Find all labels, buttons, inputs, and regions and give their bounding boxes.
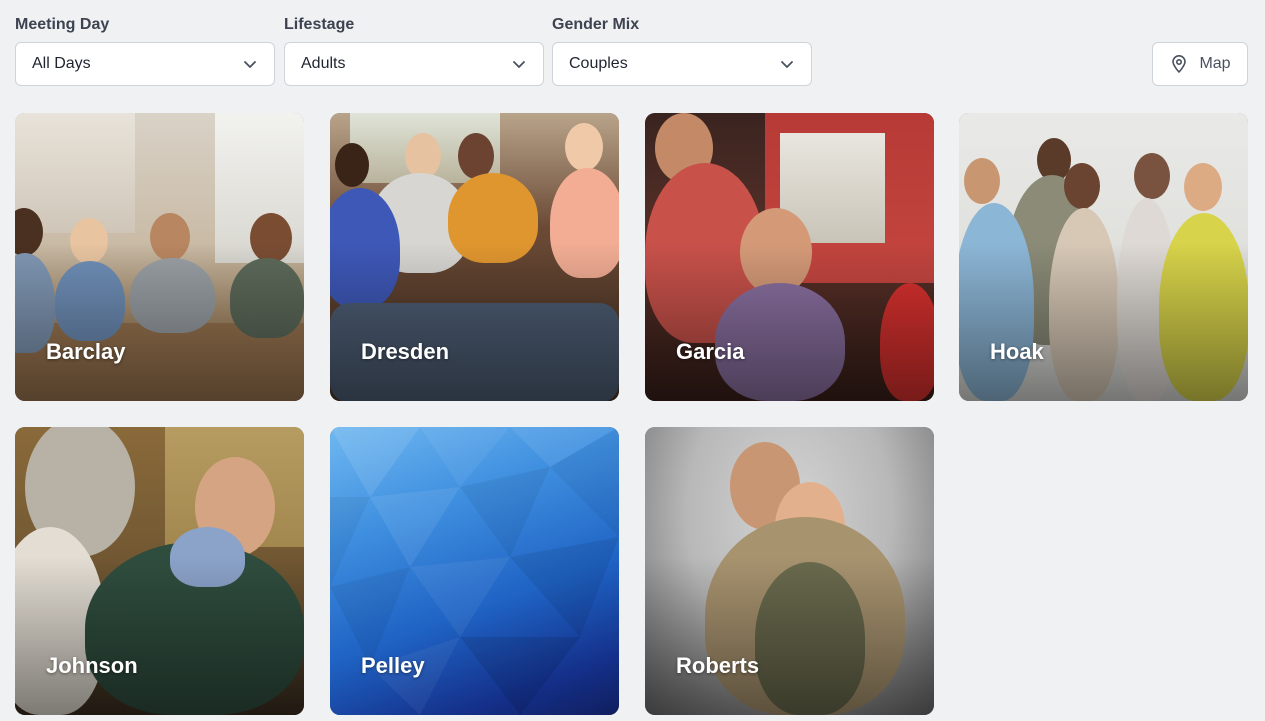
group-name: Garcia <box>676 339 745 364</box>
meeting-day-select[interactable]: All Days <box>15 42 275 86</box>
map-button-label: Map <box>1199 55 1231 72</box>
map-button[interactable]: Map <box>1152 42 1248 86</box>
group-card-garcia[interactable]: Garcia <box>645 113 934 401</box>
filter-bar: Meeting Day All Days Lifestage Adults Ge… <box>15 14 1248 86</box>
select-value: Couples <box>569 55 628 72</box>
chevron-down-icon <box>513 61 525 68</box>
filter-label: Meeting Day <box>15 16 110 33</box>
group-name: Pelley <box>361 653 425 678</box>
group-card-pelley[interactable]: Pelley <box>330 427 619 715</box>
filter-gender-mix: Gender Mix Couples <box>552 14 812 86</box>
select-value: Adults <box>301 55 346 72</box>
group-name: Dresden <box>361 339 450 364</box>
group-name: Johnson <box>46 653 138 678</box>
select-value: All Days <box>32 55 91 72</box>
group-card-roberts[interactable]: Roberts <box>645 427 934 715</box>
group-card-dresden[interactable]: Dresden <box>330 113 619 401</box>
gender-mix-select[interactable]: Couples <box>552 42 812 86</box>
filter-label: Gender Mix <box>552 16 640 33</box>
chevron-down-icon <box>244 61 256 68</box>
chevron-down-icon <box>781 61 793 68</box>
group-name: Barclay <box>46 339 126 364</box>
group-card-barclay[interactable]: Barclay <box>15 113 304 401</box>
filter-meeting-day: Meeting Day All Days <box>15 14 275 86</box>
filter-lifestage: Lifestage Adults <box>284 14 544 86</box>
lifestage-select[interactable]: Adults <box>284 42 544 86</box>
map-pin-icon <box>1172 55 1187 73</box>
group-name: Hoak <box>990 339 1044 364</box>
group-card-johnson[interactable]: Johnson <box>15 427 304 715</box>
group-name: Roberts <box>676 653 760 678</box>
group-card-hoak[interactable]: Hoak <box>959 113 1248 401</box>
filter-label: Lifestage <box>284 16 355 33</box>
